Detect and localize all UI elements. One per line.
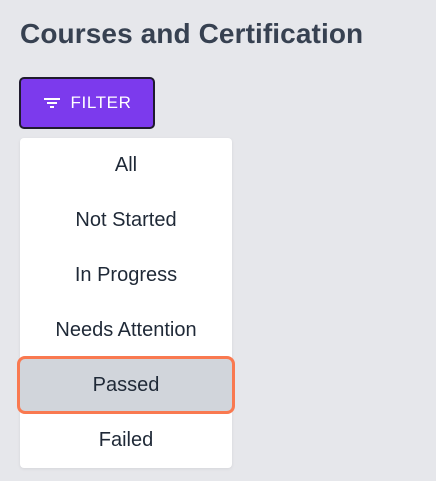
filter-menu: All Not Started In Progress Needs Attent… [17, 138, 235, 468]
filter-option-in-progress[interactable]: In Progress [20, 248, 232, 303]
filter-option-passed[interactable]: Passed [17, 356, 235, 414]
filter-button[interactable]: FILTER [19, 77, 155, 129]
filter-option-not-started[interactable]: Not Started [20, 193, 232, 248]
filter-option-failed[interactable]: Failed [20, 413, 232, 468]
filter-option-all[interactable]: All [20, 138, 232, 193]
filter-button-label: FILTER [70, 93, 132, 112]
filter-list-icon [43, 96, 61, 110]
filter-option-needs-attention[interactable]: Needs Attention [20, 303, 232, 358]
page-title: Courses and Certification [20, 18, 364, 49]
courses-page: Courses and Certification FILTER All Not… [0, 0, 436, 481]
